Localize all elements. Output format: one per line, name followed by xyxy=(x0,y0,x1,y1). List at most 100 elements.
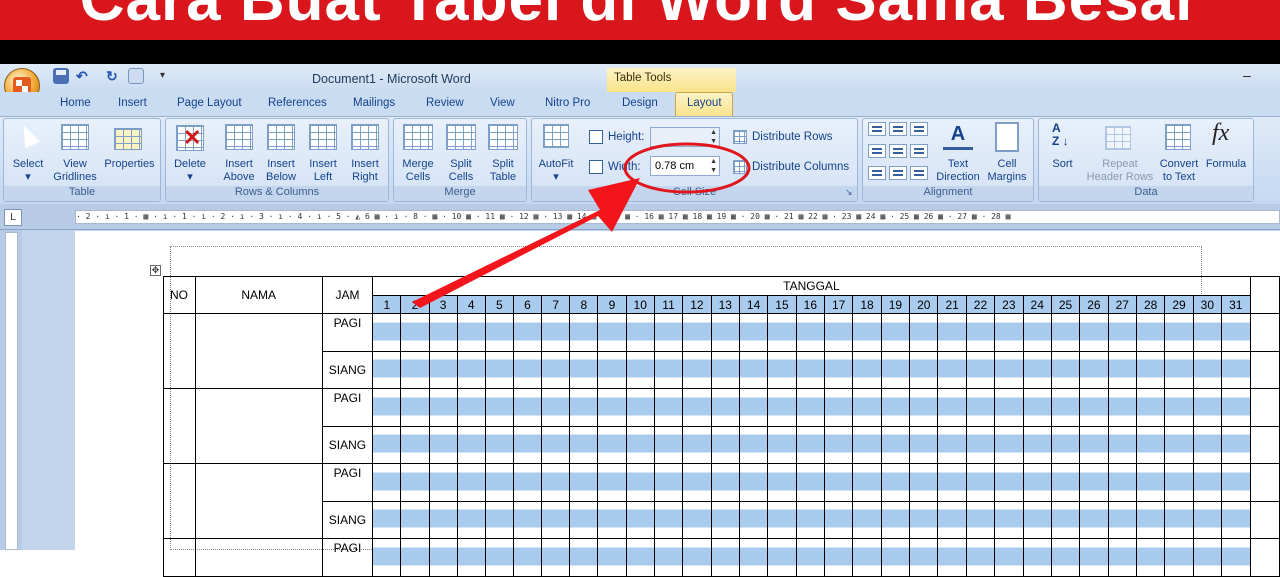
day-cell[interactable] xyxy=(1192,463,1223,502)
day-cell[interactable] xyxy=(823,350,854,389)
day-cell[interactable] xyxy=(880,463,911,502)
day-cell[interactable] xyxy=(541,538,571,577)
jam-cell[interactable]: PAGI xyxy=(321,388,374,427)
day-cell[interactable] xyxy=(597,313,627,352)
day-header-cell[interactable]: 17 xyxy=(823,295,854,314)
day-cell[interactable] xyxy=(653,388,684,427)
repeat-header-rows-button[interactable]: Repeat Header Rows xyxy=(1084,158,1156,184)
day-cell[interactable] xyxy=(852,500,882,539)
table-cell[interactable] xyxy=(1249,313,1280,352)
day-cell[interactable] xyxy=(710,313,740,352)
day-cell[interactable] xyxy=(456,500,486,539)
day-cell[interactable] xyxy=(1022,313,1052,352)
day-cell[interactable] xyxy=(852,350,882,389)
day-cell[interactable] xyxy=(682,538,712,577)
day-cell[interactable] xyxy=(1022,463,1052,502)
day-cell[interactable] xyxy=(937,500,967,539)
day-cell[interactable] xyxy=(994,425,1024,464)
day-cell[interactable] xyxy=(738,350,769,389)
day-cell[interactable] xyxy=(1164,388,1194,427)
day-cell[interactable] xyxy=(569,425,599,464)
day-cell[interactable] xyxy=(937,313,967,352)
distribute-columns-button[interactable]: Distribute Columns xyxy=(752,161,849,173)
no-cell[interactable] xyxy=(163,388,196,464)
day-header-cell[interactable]: 9 xyxy=(597,295,627,314)
day-cell[interactable] xyxy=(484,500,514,539)
day-cell[interactable] xyxy=(1022,425,1052,464)
day-cell[interactable] xyxy=(880,388,911,427)
day-cell[interactable] xyxy=(767,425,797,464)
day-cell[interactable] xyxy=(880,500,911,539)
day-cell[interactable] xyxy=(456,463,486,502)
table-cell[interactable] xyxy=(1249,276,1280,314)
day-cell[interactable] xyxy=(795,463,826,502)
day-cell[interactable] xyxy=(1135,313,1166,352)
day-cell[interactable] xyxy=(937,388,967,427)
nama-cell[interactable] xyxy=(194,463,323,539)
day-header-cell[interactable]: 1 xyxy=(372,295,402,314)
align-top-center-icon[interactable] xyxy=(889,122,907,136)
day-cell[interactable] xyxy=(1135,425,1166,464)
tab-design[interactable]: Design xyxy=(622,97,658,109)
day-cell[interactable] xyxy=(937,425,967,464)
day-cell[interactable] xyxy=(653,313,684,352)
jam-cell[interactable]: PAGI xyxy=(321,313,374,352)
day-cell[interactable] xyxy=(569,388,599,427)
day-cell[interactable] xyxy=(823,538,854,577)
day-header-cell[interactable]: 13 xyxy=(710,295,740,314)
day-cell[interactable] xyxy=(625,388,655,427)
day-cell[interactable] xyxy=(1164,425,1194,464)
day-cell[interactable] xyxy=(682,463,712,502)
day-cell[interactable] xyxy=(909,425,939,464)
day-cell[interactable] xyxy=(1192,313,1223,352)
day-cell[interactable] xyxy=(625,425,655,464)
day-cell[interactable] xyxy=(541,463,571,502)
day-header-cell[interactable]: 5 xyxy=(484,295,514,314)
save-icon[interactable] xyxy=(53,68,69,84)
height-spin-arrows-icon[interactable]: ▲ ▼ xyxy=(710,128,717,146)
day-cell[interactable] xyxy=(767,463,797,502)
day-cell[interactable] xyxy=(1079,500,1109,539)
insert-below-button[interactable]: Insert Below xyxy=(262,158,300,184)
day-cell[interactable] xyxy=(1079,313,1109,352)
day-cell[interactable] xyxy=(682,388,712,427)
day-cell[interactable] xyxy=(653,463,684,502)
delete-button[interactable]: Delete ▾ xyxy=(170,158,210,184)
day-cell[interactable] xyxy=(880,350,911,389)
day-cell[interactable] xyxy=(597,425,627,464)
day-cell[interactable] xyxy=(1107,313,1137,352)
day-header-cell[interactable]: 3 xyxy=(428,295,458,314)
day-cell[interactable] xyxy=(1022,538,1052,577)
day-cell[interactable] xyxy=(541,388,571,427)
day-cell[interactable] xyxy=(738,500,769,539)
day-cell[interactable] xyxy=(372,538,402,577)
customize-qat-icon[interactable]: ▾ xyxy=(160,70,170,82)
insert-right-button[interactable]: Insert Right xyxy=(346,158,384,184)
day-cell[interactable] xyxy=(1079,538,1109,577)
day-cell[interactable] xyxy=(823,425,854,464)
day-cell[interactable] xyxy=(994,463,1024,502)
day-cell[interactable] xyxy=(597,538,627,577)
tab-nitro-pro[interactable]: Nitro Pro xyxy=(545,97,590,109)
day-cell[interactable] xyxy=(710,500,740,539)
day-cell[interactable] xyxy=(909,463,939,502)
day-cell[interactable] xyxy=(569,463,599,502)
day-cell[interactable] xyxy=(541,350,571,389)
day-cell[interactable] xyxy=(625,463,655,502)
tab-layout[interactable]: Layout xyxy=(687,97,722,109)
jam-cell[interactable]: SIANG xyxy=(321,500,374,539)
day-cell[interactable] xyxy=(994,388,1024,427)
merge-cells-button[interactable]: Merge Cells xyxy=(398,158,438,184)
day-cell[interactable] xyxy=(484,313,514,352)
no-cell[interactable] xyxy=(163,463,196,539)
minimize-button[interactable]: – xyxy=(1243,67,1251,83)
print-preview-icon[interactable] xyxy=(128,68,144,84)
day-cell[interactable] xyxy=(625,500,655,539)
align-center-icon[interactable] xyxy=(889,144,907,158)
nama-cell[interactable] xyxy=(194,538,323,577)
day-cell[interactable] xyxy=(1135,350,1166,389)
day-header-cell[interactable]: 12 xyxy=(682,295,712,314)
align-top-right-icon[interactable] xyxy=(910,122,928,136)
day-cell[interactable] xyxy=(569,538,599,577)
day-cell[interactable] xyxy=(1022,500,1052,539)
